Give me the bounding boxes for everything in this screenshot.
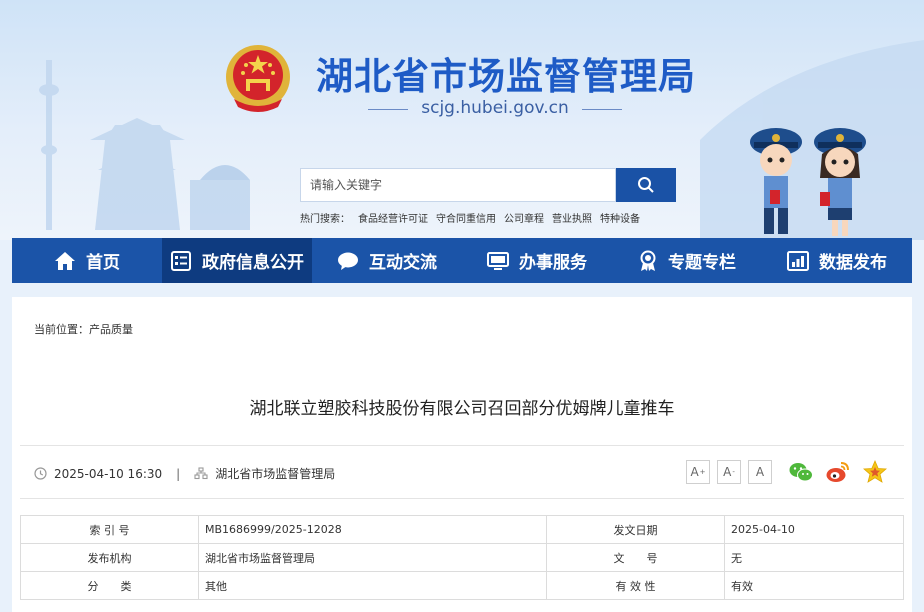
site-title: 湖北省市场监督管理局 [316,55,696,98]
table-key: 文 号 [546,543,725,572]
hot-link[interactable]: 食品经营许可证 [358,210,428,225]
chat-bubble-icon [338,252,358,270]
table-value: 湖北省市场监督管理局 [198,543,547,572]
site-url: scjg.hubei.gov.cn [368,98,622,118]
hot-link[interactable]: 公司章程 [504,210,544,225]
hot-search-bar: 热门搜索： 食品经营许可证 守合同重信用 公司章程 营业执照 特种设备 [300,210,640,225]
search-button[interactable] [616,168,676,202]
publish-date: 2025-04-10 16:30 [54,466,163,481]
table-key: 分 类 [20,571,199,600]
hot-link[interactable]: 守合同重信用 [436,210,496,225]
nav-item-topics[interactable]: 专题专栏 [612,238,762,283]
bar-chart-icon [787,250,809,271]
article-title: 湖北联立塑胶科技股份有限公司召回部分优姆牌儿童推车 [249,399,675,419]
font-increase-button[interactable]: A + [686,460,710,484]
article-panel: 当前位置：产品质量 湖北联立塑胶科技股份有限公司召回部分优姆牌儿童推车 2025… [12,297,912,612]
nav-label: 数据发布 [819,253,887,273]
clock-icon [34,467,47,480]
hot-link[interactable]: 营业执照 [552,210,592,225]
monitor-icon [487,251,509,270]
document-list-icon [171,250,191,271]
award-ribbon-icon [640,250,656,271]
nav-label: 首页 [86,253,120,273]
hot-search-label: 热门搜索： [300,214,350,225]
nav-label: 政府信息公开 [202,253,304,273]
table-row: 分 类 其他 有 效 性 有效 [20,571,904,600]
organization-icon [194,467,208,480]
favorite-star-icon[interactable] [862,459,888,485]
nav-item-services[interactable]: 办事服务 [462,238,612,283]
nav-item-home[interactable]: 首页 [12,238,162,283]
search-icon [638,177,654,193]
main-nav: 首页 政府信息公开 互动交流 办事服务 专题专栏 数据发布 [12,238,912,283]
search-input[interactable] [300,168,616,202]
hot-link[interactable]: 特种设备 [600,210,640,225]
table-key: 发文日期 [546,515,725,544]
site-header: 湖北省市场监督管理局 scjg.hubei.gov.cn 热门搜索： 食品经营许… [0,0,924,240]
nav-item-interaction[interactable]: 互动交流 [312,238,462,283]
font-reset-button[interactable]: A [748,460,772,484]
table-row: 发布机构 湖北省市场监督管理局 文 号 无 [20,543,904,572]
table-value: 有效 [724,571,904,600]
nav-label: 专题专栏 [668,253,736,273]
weibo-icon[interactable] [825,459,851,485]
share-buttons [788,459,888,485]
article-source: 湖北省市场监督管理局 [215,467,336,481]
table-key: 索 引 号 [20,515,199,544]
article-meta-bar: 2025-04-10 16:30 | 湖北省市场监督管理局 A + A- A [20,445,904,499]
table-value: 其他 [198,571,547,600]
table-value: 2025-04-10 [724,515,904,544]
table-value: 无 [724,543,904,572]
font-decrease-button[interactable]: A- [717,460,741,484]
table-row: 索 引 号 MB1686999/2025-12028 发文日期 2025-04-… [20,515,904,544]
table-key: 发布机构 [20,543,199,572]
nav-item-gov-info[interactable]: 政府信息公开 [162,238,312,283]
table-value: MB1686999/2025-12028 [198,515,547,544]
home-icon [55,251,75,270]
nav-label: 互动交流 [369,253,437,273]
wechat-icon[interactable] [788,459,814,485]
nav-item-data[interactable]: 数据发布 [762,238,912,283]
breadcrumb: 当前位置：产品质量 [34,323,133,336]
document-info-table: 索 引 号 MB1686999/2025-12028 发文日期 2025-04-… [20,515,904,600]
font-size-controls: A + A- A [686,460,772,484]
national-emblem-icon [226,45,290,112]
mascot-illustration [750,128,866,236]
meta-separator: | [176,466,181,481]
nav-label: 办事服务 [519,253,587,273]
table-key: 有 效 性 [546,571,725,600]
